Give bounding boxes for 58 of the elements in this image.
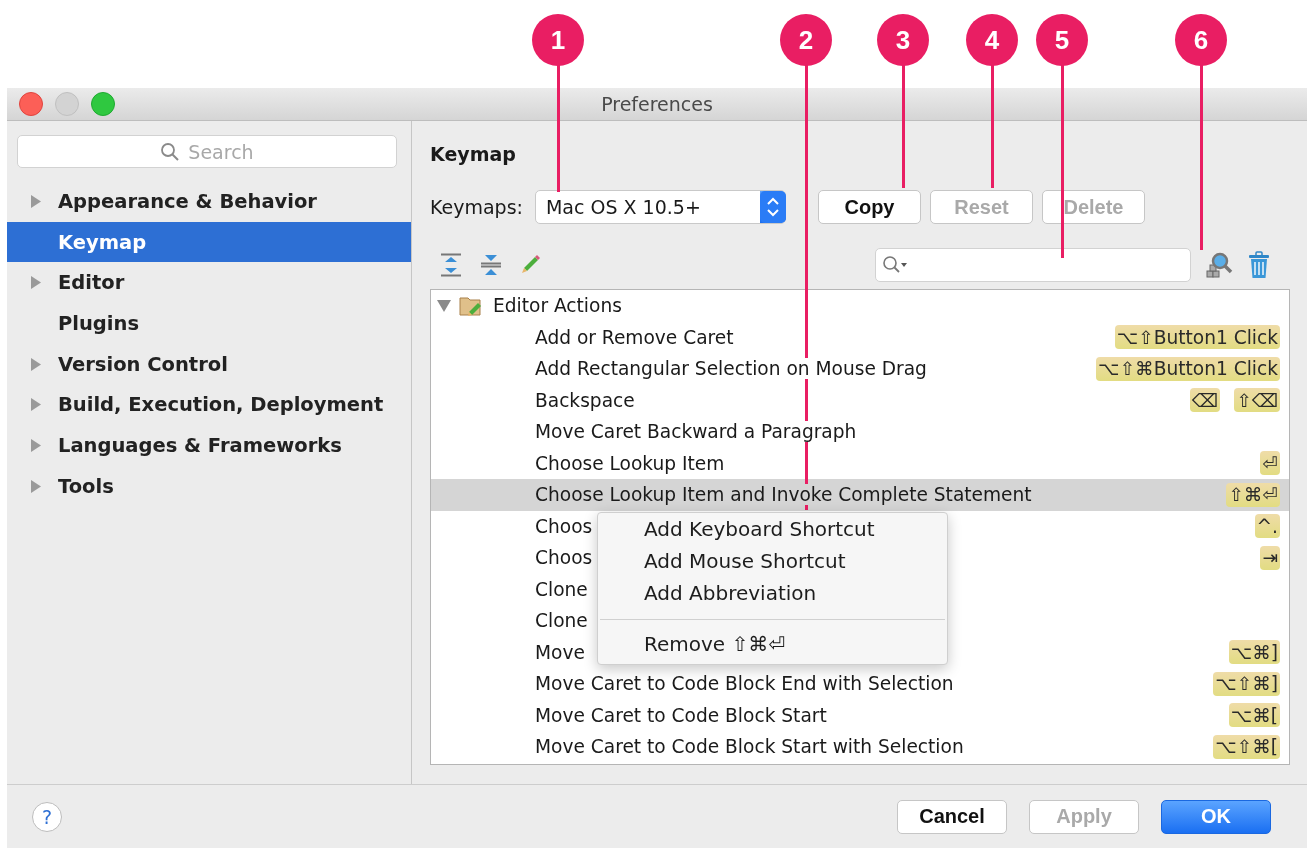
- sidebar-item[interactable]: Editor: [7, 262, 411, 304]
- shortcut-badge: ⏎: [1260, 451, 1280, 476]
- shortcut-badge: ⌥⇧⌘]: [1213, 671, 1280, 696]
- sidebar-item[interactable]: Build, Execution, Deployment: [7, 384, 411, 426]
- sidebar-item[interactable]: Plugins: [7, 303, 411, 344]
- shortcut-badge: ^.: [1254, 514, 1280, 539]
- zoom-button[interactable]: [91, 92, 115, 116]
- window-title: Preferences: [601, 93, 713, 115]
- shortcut-badge: ⌥⌘[: [1228, 703, 1280, 728]
- shortcut-badge: ⇧⌘⏎: [1226, 482, 1280, 507]
- shortcut-badge: ⌥⇧Button1 Click: [1114, 325, 1280, 350]
- collapse-all-icon[interactable]: [480, 253, 502, 277]
- callout-number: 6: [1175, 14, 1227, 66]
- shortcut-badge: ⌥⌘]: [1228, 640, 1280, 665]
- collapsed-triangle-icon[interactable]: [30, 276, 41, 290]
- shortcut-badge: ⇧⌫: [1234, 388, 1280, 413]
- trash-icon[interactable]: [1247, 251, 1271, 279]
- collapsed-triangle-icon[interactable]: [30, 438, 41, 452]
- collapsed-triangle-icon[interactable]: [30, 479, 41, 493]
- dialog-button[interactable]: Cancel: [897, 799, 1007, 834]
- keymap-action-button[interactable]: Copy: [817, 190, 921, 224]
- close-button[interactable]: [19, 92, 43, 116]
- menu-item[interactable]: Add Keyboard Shortcut: [598, 513, 947, 545]
- shortcut-badge: ⇥: [1260, 545, 1280, 570]
- sidebar-item[interactable]: Tools: [7, 465, 411, 507]
- expand-all-icon[interactable]: [440, 253, 462, 277]
- find-shortcut-icon[interactable]: [1205, 251, 1233, 279]
- menu-item[interactable]: Remove ⇧⌘⏎: [598, 628, 947, 660]
- shortcut-badge: ⌫: [1189, 388, 1221, 413]
- expanded-triangle-icon[interactable]: [437, 300, 451, 313]
- menu-item[interactable]: Add Mouse Shortcut: [598, 545, 947, 577]
- shortcut-badge: ⌥⇧⌘[: [1213, 734, 1280, 759]
- search-icon: [160, 141, 181, 162]
- shortcut-badge: ⌥⇧⌘Button1 Click: [1096, 356, 1280, 381]
- shortcut-search-field[interactable]: [875, 248, 1191, 282]
- sidebar-item[interactable]: Version Control: [7, 343, 411, 385]
- stepper-icon: [759, 191, 786, 223]
- sidebar-item[interactable]: Languages & Frameworks: [7, 425, 411, 466]
- callout-number: 4: [966, 14, 1018, 66]
- sidebar-item[interactable]: Appearance & Behavior: [7, 181, 411, 222]
- minimize-button[interactable]: [55, 92, 79, 116]
- callout-number: 1: [532, 14, 584, 66]
- keymaps-label: Keymaps:: [430, 196, 523, 218]
- section-heading: Keymap: [430, 143, 516, 165]
- sidebar-item[interactable]: Keymap: [7, 221, 411, 263]
- callout-number: 3: [877, 14, 929, 66]
- menu-item[interactable]: Add Abbreviation: [598, 577, 947, 609]
- collapsed-triangle-icon[interactable]: [30, 357, 41, 371]
- callout-number: 2: [780, 14, 832, 66]
- tree-group-label[interactable]: Editor Actions: [493, 295, 622, 317]
- action-row[interactable]: Choose Lookup Item and Invoke Complete Statement ⇧⌘⏎: [431, 479, 1289, 511]
- collapsed-triangle-icon[interactable]: [30, 398, 41, 412]
- keymap-dropdown[interactable]: Mac OS X 10.5+: [534, 190, 786, 224]
- search-dropdown-icon[interactable]: [882, 255, 910, 275]
- help-button[interactable]: ?: [32, 801, 62, 832]
- callout-number: 5: [1036, 14, 1088, 66]
- collapsed-triangle-icon[interactable]: [30, 194, 41, 208]
- pencil-icon[interactable]: [520, 253, 542, 275]
